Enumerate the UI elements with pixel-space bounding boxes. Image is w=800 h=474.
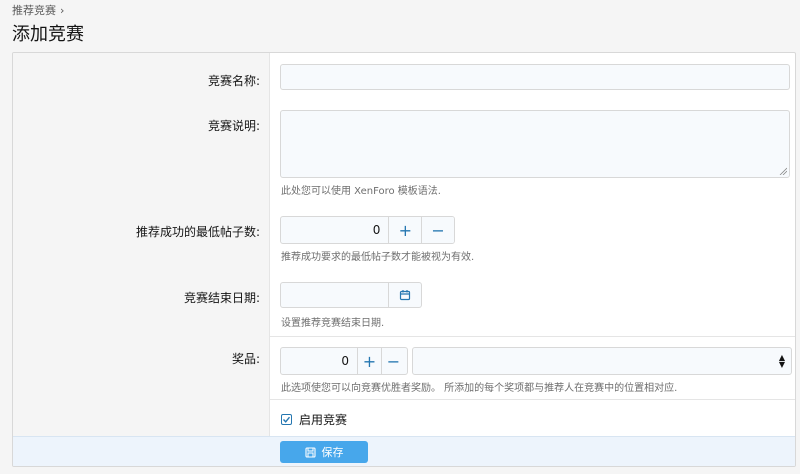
checkmark-icon [282,416,291,423]
section-divider [270,336,795,337]
page-title: 添加竞赛 [12,24,84,45]
label-column [13,53,270,438]
plus-icon: + [398,220,412,240]
save-button[interactable]: 保存 [280,441,368,463]
contest-description-label: 竞赛说明: [207,119,260,133]
contest-name-input[interactable] [280,64,790,90]
resize-grip-icon[interactable] [779,167,787,175]
min-posts-hint: 推荐成功要求的最低帖子数才能被视为有效. [281,252,475,263]
min-posts-label: 推荐成功的最低帖子数: [135,225,260,239]
contest-name-label: 竞赛名称: [207,74,260,88]
save-icon [304,446,316,458]
save-button-label: 保存 [321,446,344,459]
contest-form: 竞赛名称: 竞赛说明: 此处您可以使用 XenForo 模板语法. 推荐成功的最… [12,52,796,467]
prizes-decrement-button[interactable]: − [381,348,405,374]
min-posts-stepper: 0 + − [280,216,455,244]
enable-contest-label: 启用竞赛 [299,413,348,427]
end-date-picker [280,282,422,308]
breadcrumb-link[interactable]: 推荐竞赛 [12,2,56,18]
prizes-stepper: 0 + − [280,347,408,375]
end-date-label: 竞赛结束日期: [183,291,260,305]
min-posts-increment-button[interactable]: + [388,217,422,243]
enable-contest-checkbox[interactable] [281,414,292,425]
prizes-count-input[interactable]: 0 [281,348,357,374]
section-divider [270,399,795,400]
breadcrumb-separator: › [60,3,65,17]
minus-icon: − [431,220,445,240]
prizes-label: 奖品: [231,352,260,366]
minus-icon: − [386,351,401,371]
calendar-icon [400,290,411,301]
enable-contest-row[interactable]: 启用竞赛 [281,411,347,428]
prizes-increment-button[interactable]: + [357,348,381,374]
end-date-hint: 设置推荐竞赛结束日期. [281,318,385,329]
contest-description-textarea[interactable] [280,110,790,178]
form-footer: 保存 [13,436,795,466]
date-picker-button[interactable] [388,283,421,307]
prize-select[interactable]: ▲ ▼ [412,347,792,375]
plus-icon: + [362,351,377,371]
breadcrumb: 推荐竞赛 › [12,2,64,18]
min-posts-input[interactable]: 0 [281,217,388,243]
description-hint: 此处您可以使用 XenForo 模板语法. [281,186,441,197]
prizes-hint: 此选项使您可以向竞赛优胜者奖励。 所添加的每个奖项都与推荐人在竞赛中的位置相对应… [281,383,678,394]
min-posts-decrement-button[interactable]: − [421,217,454,243]
select-caret-icon: ▲ ▼ [778,353,785,369]
end-date-input[interactable] [281,283,388,307]
